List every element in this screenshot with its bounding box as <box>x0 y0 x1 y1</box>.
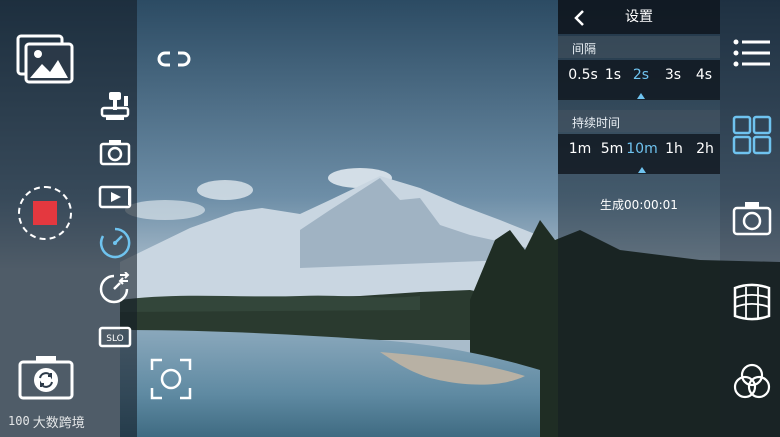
interval-options: 0.5s 1s 2s 3s 4s <box>558 60 720 100</box>
output-duration: 生成00:00:01 <box>600 198 678 212</box>
watermark: 100 大数跨境 <box>8 410 85 432</box>
record-button[interactable] <box>18 186 72 240</box>
duration-option[interactable]: 1m <box>566 141 594 157</box>
timelapse-settings-panel: 设置 间隔 0.5s 1s 2s 3s 4s 持续时间 1m 5m 10m 1h… <box>558 0 720 437</box>
left-control-rail: SLO 100 大数跨境 <box>0 0 137 437</box>
settings-header: 设置 <box>558 0 720 34</box>
interval-selected-marker <box>637 93 645 99</box>
interval-option[interactable]: 1s <box>602 67 624 83</box>
stop-icon <box>33 201 57 225</box>
link-icon[interactable] <box>157 47 191 71</box>
duration-options: 1m 5m 10m 1h 2h <box>558 134 720 174</box>
camera-app: SLO 100 大数跨境 设置 间隔 0.5s 1s 2s 3s 4s 持续时间… <box>0 0 780 437</box>
filter-icon[interactable] <box>732 362 772 402</box>
grid-icon[interactable] <box>732 115 772 155</box>
watermark-text: 大数跨境 <box>32 415 85 431</box>
right-control-rail <box>720 0 780 437</box>
duration-label: 持续时间 <box>572 116 621 130</box>
duration-option[interactable]: 5m <box>598 141 626 157</box>
duration-option[interactable]: 2h <box>692 141 718 157</box>
slow-motion-icon[interactable]: SLO <box>98 320 132 354</box>
motion-timelapse-icon[interactable] <box>98 271 132 306</box>
gimbal-icon[interactable] <box>98 90 132 124</box>
panorama-icon[interactable] <box>732 282 772 322</box>
duration-option[interactable]: 1h <box>661 141 687 157</box>
interval-label: 间隔 <box>572 42 597 56</box>
duration-option-selected[interactable]: 10m <box>625 141 659 157</box>
settings-title: 设置 <box>625 9 653 25</box>
interval-option[interactable]: 3s <box>661 67 685 83</box>
focus-icon[interactable] <box>150 358 192 400</box>
camera-icon[interactable] <box>98 136 132 170</box>
interval-option[interactable]: 0.5s <box>566 67 600 83</box>
switch-camera-icon[interactable] <box>18 354 74 400</box>
watermark-number: 100 <box>8 414 30 428</box>
video-icon[interactable] <box>98 180 132 214</box>
camera-settings-icon[interactable] <box>732 198 772 238</box>
duration-selected-marker <box>638 167 646 173</box>
gallery-icon[interactable] <box>16 34 74 84</box>
slow-motion-label: SLO <box>106 334 124 344</box>
timelapse-icon[interactable] <box>98 226 132 260</box>
menu-icon[interactable] <box>732 34 772 74</box>
interval-option[interactable]: 4s <box>692 67 716 83</box>
interval-option-selected[interactable]: 2s <box>629 67 653 83</box>
